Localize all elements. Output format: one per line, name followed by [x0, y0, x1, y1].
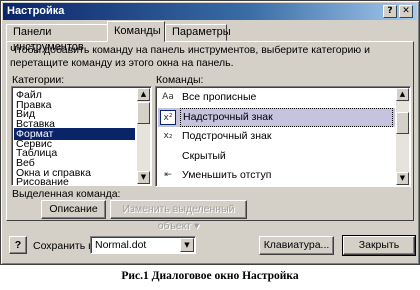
hidden-text-icon — [160, 149, 176, 164]
scroll-up-arrow-icon[interactable]: ▲ — [396, 88, 409, 101]
superscript-icon: x² — [160, 109, 176, 125]
close-window-button[interactable]: ✕ — [399, 5, 413, 18]
command-item[interactable]: x₂ Подстрочный знак — [158, 127, 395, 146]
command-item-label: Подстрочный знак — [182, 130, 272, 142]
scroll-down-arrow-icon[interactable]: ▼ — [137, 171, 150, 184]
tab-options-label: Параметры — [172, 26, 231, 38]
description-button[interactable]: Описание — [41, 200, 106, 219]
category-item[interactable]: Рисование — [14, 176, 135, 185]
command-item[interactable]: Aa Все прописные — [158, 88, 395, 107]
help-icon[interactable]: ? — [9, 236, 27, 254]
customize-dialog: Настройка ? ✕ Панели инструментов Команд… — [0, 0, 420, 265]
categories-label: Категории: — [12, 74, 65, 86]
modify-selection-button[interactable]: Изменить выделенный объект ▾ — [110, 200, 247, 232]
scroll-down-arrow-icon[interactable]: ▼ — [396, 172, 409, 185]
categories-list[interactable]: Файл Правка Вид Вставка Формат Сервис Таблица В… — [11, 86, 152, 186]
command-item-label: Скрытый — [182, 149, 226, 162]
subscript-icon: x₂ — [163, 131, 173, 141]
command-item-label: Уменьшить отступ — [182, 169, 272, 181]
close-icon: ✕ — [402, 6, 410, 16]
decrease-indent-icon: ⇤ — [164, 170, 172, 180]
command-item[interactable]: x² Надстрочный знак — [158, 107, 395, 127]
command-item-label: Надстрочный знак — [180, 107, 393, 127]
tab-options[interactable]: Параметры — [165, 24, 231, 41]
tab-commands-label: Команды — [114, 25, 161, 37]
commands-label: Команды: — [156, 74, 204, 86]
all-caps-icon: Aa — [162, 92, 174, 102]
figure-caption: Рис.1 Диалоговое окно Настройка — [121, 270, 299, 282]
instruction-text: Чтобы добавить команду на панель инструм… — [10, 44, 370, 69]
scroll-thumb[interactable] — [137, 102, 150, 124]
selected-command-label: Выделенная команда: — [12, 188, 121, 200]
help-button[interactable]: ? — [383, 5, 397, 18]
categories-scrollbar[interactable]: ▲ ▼ — [137, 88, 150, 184]
help-icon: ? — [387, 6, 393, 16]
command-item[interactable]: Скрытый — [158, 147, 395, 166]
scroll-thumb[interactable] — [396, 112, 409, 134]
save-in-value: Normal.dot — [95, 239, 147, 251]
window-title: Настройка — [7, 5, 65, 17]
commands-scrollbar[interactable]: ▲ ▼ — [396, 88, 409, 185]
command-item-label: Все прописные — [182, 91, 257, 103]
save-in-select[interactable]: Normal.dot ▼ — [90, 236, 196, 254]
close-button[interactable]: Закрыть — [342, 235, 416, 256]
chevron-down-icon[interactable]: ▼ — [180, 238, 194, 252]
tab-commands[interactable]: Команды — [107, 21, 165, 42]
tab-toolbars[interactable]: Панели инструментов — [6, 24, 109, 53]
keyboard-button[interactable]: Клавиатура... — [259, 236, 334, 255]
title-bar: Настройка ? ✕ — [3, 3, 417, 20]
command-item[interactable]: ⇤ Уменьшить отступ — [158, 166, 395, 185]
scroll-up-arrow-icon[interactable]: ▲ — [137, 88, 150, 101]
commands-list[interactable]: Aa Все прописные x² Надстрочный знак x₂ Подст… — [155, 86, 411, 187]
save-in-label: Сохранить в: — [33, 240, 97, 252]
